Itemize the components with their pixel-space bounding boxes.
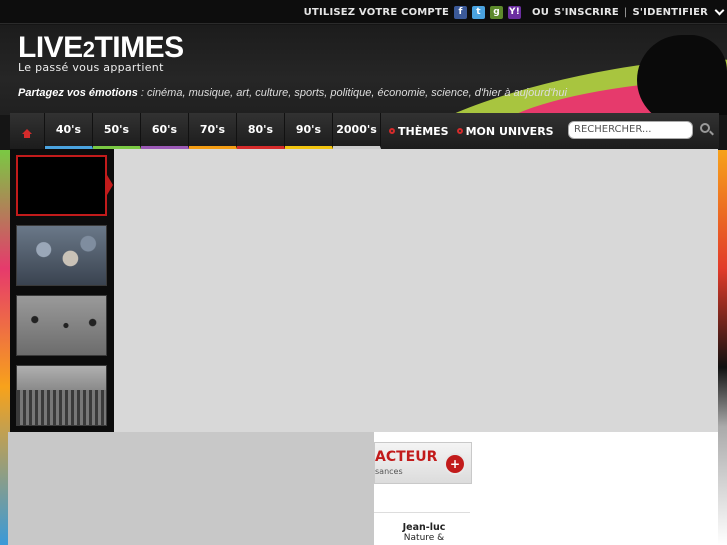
- home-icon: [22, 128, 32, 138]
- site-header: LIVE2TIMES Le passé vous appartient Part…: [0, 25, 727, 115]
- twitter-icon[interactable]: t: [472, 5, 486, 19]
- thumbnail-3[interactable]: [16, 295, 107, 356]
- divider: [374, 512, 470, 513]
- facebook-icon[interactable]: f: [454, 5, 468, 19]
- slideshow: [10, 149, 718, 432]
- active-thumb-arrow-icon: [107, 175, 113, 195]
- nav-decade-40s[interactable]: 40's: [45, 113, 93, 149]
- acteur-card[interactable]: ACTEUR sances +: [374, 442, 472, 484]
- search-icon[interactable]: [699, 121, 715, 139]
- nav-decade-70s[interactable]: 70's: [189, 113, 237, 149]
- google-icon[interactable]: g: [490, 5, 504, 19]
- tagline: Le passé vous appartient: [18, 61, 164, 74]
- thumbnail-image: [17, 296, 106, 355]
- chevron-down-icon[interactable]: [714, 5, 725, 15]
- person-card[interactable]: Jean-luc Nature &: [396, 522, 452, 544]
- plus-icon[interactable]: +: [446, 455, 464, 473]
- main-nav: 40's 50's 60's 70's 80's 90's 2000's THÈ…: [10, 113, 719, 149]
- share-text: Partagez vos émotions : cinéma, musique,…: [18, 87, 567, 99]
- nav-decade-80s[interactable]: 80's: [237, 113, 285, 149]
- login-link[interactable]: S'IDENTIFIER: [632, 7, 708, 18]
- thumbnail-4[interactable]: [16, 365, 107, 426]
- acteur-subtitle: sances: [375, 467, 403, 476]
- gray-overlay-panel: [8, 432, 374, 545]
- thumbnail-image: [17, 226, 106, 285]
- top-bar: UTILISEZ VOTRE COMPTE f t g Y! OU S'INSC…: [0, 0, 727, 24]
- nav-themes[interactable]: THÈMES: [381, 113, 457, 149]
- nav-decade-90s[interactable]: 90's: [285, 113, 333, 149]
- nav-decade-60s[interactable]: 60's: [141, 113, 189, 149]
- nav-my-universe[interactable]: MON UNIVERS: [456, 113, 562, 149]
- slideshow-thumbnails: [10, 149, 114, 432]
- nav-home[interactable]: [10, 113, 45, 149]
- thumbnail-image: [17, 366, 106, 425]
- search-input[interactable]: RECHERCHER...: [568, 121, 693, 139]
- acteur-title: ACTEUR: [375, 449, 438, 465]
- thumbnail-2[interactable]: [16, 225, 107, 286]
- account-links: UTILISEZ VOTRE COMPTE f t g Y! OU S'INSC…: [303, 0, 725, 24]
- yahoo-icon[interactable]: Y!: [508, 5, 522, 19]
- register-link[interactable]: S'INSCRIRE: [554, 7, 619, 18]
- decorative-right-strip: [717, 150, 727, 545]
- or-label: OU: [532, 6, 550, 18]
- thumbnail-1[interactable]: [16, 155, 107, 216]
- bullet-icon: [456, 128, 463, 134]
- nav-decade-2000s[interactable]: 2000's: [333, 113, 381, 149]
- bullet-icon: [389, 128, 395, 134]
- use-account-label: UTILISEZ VOTRE COMPTE: [303, 6, 450, 18]
- person-name: Jean-luc: [402, 522, 446, 533]
- nav-decade-50s[interactable]: 50's: [93, 113, 141, 149]
- separator: |: [623, 6, 628, 18]
- person-category: Nature &: [403, 533, 445, 543]
- decorative-silhouette: [637, 35, 727, 115]
